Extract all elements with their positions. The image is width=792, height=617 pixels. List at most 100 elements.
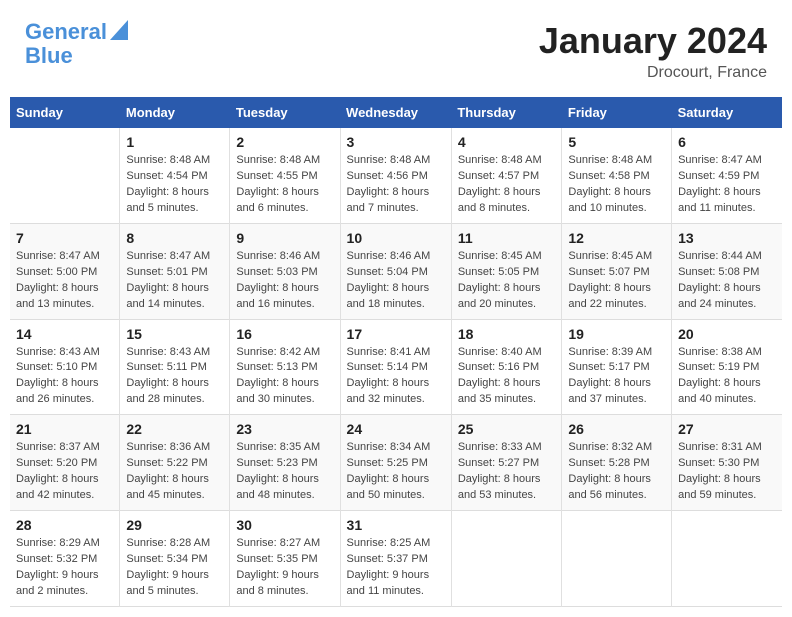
weekday-header-thursday: Thursday: [451, 97, 562, 128]
calendar-cell: 13 Sunrise: 8:44 AM Sunset: 5:08 PM Dayli…: [672, 223, 782, 319]
day-info: Sunrise: 8:32 AM Sunset: 5:28 PM Dayligh…: [568, 440, 665, 504]
day-number: 10: [347, 230, 445, 246]
week-row-2: 7 Sunrise: 8:47 AM Sunset: 5:00 PM Daylig…: [10, 223, 782, 319]
day-info: Sunrise: 8:46 AM Sunset: 5:03 PM Dayligh…: [236, 249, 333, 313]
calendar-cell: 30 Sunrise: 8:27 AM Sunset: 5:35 PM Dayli…: [230, 511, 340, 607]
calendar-cell: 3Sunrise: 8:48 AM Sunset: 4:56 PM Daylig…: [340, 128, 451, 223]
day-info: Sunrise: 8:48 AM Sunset: 4:55 PM Dayligh…: [236, 153, 333, 217]
day-number: 15: [126, 326, 223, 342]
day-info: Sunrise: 8:48 AM Sunset: 4:57 PM Dayligh…: [458, 153, 556, 217]
weekday-header-saturday: Saturday: [672, 97, 782, 128]
weekday-header-row: SundayMondayTuesdayWednesdayThursdayFrid…: [10, 97, 782, 128]
weekday-header-monday: Monday: [120, 97, 230, 128]
day-info: Sunrise: 8:39 AM Sunset: 5:17 PM Dayligh…: [568, 345, 665, 409]
day-number: 3: [347, 134, 445, 150]
day-number: 6: [678, 134, 776, 150]
calendar-cell: 31 Sunrise: 8:25 AM Sunset: 5:37 PM Dayli…: [340, 511, 451, 607]
calendar-cell: 23 Sunrise: 8:35 AM Sunset: 5:23 PM Dayli…: [230, 415, 340, 511]
day-number: 20: [678, 326, 776, 342]
calendar-cell: 24 Sunrise: 8:34 AM Sunset: 5:25 PM Dayli…: [340, 415, 451, 511]
day-info: Sunrise: 8:38 AM Sunset: 5:19 PM Dayligh…: [678, 345, 776, 409]
day-number: 18: [458, 326, 556, 342]
day-number: 12: [568, 230, 665, 246]
day-number: 1: [126, 134, 223, 150]
day-info: Sunrise: 8:34 AM Sunset: 5:25 PM Dayligh…: [347, 440, 445, 504]
calendar-cell: 27 Sunrise: 8:31 AM Sunset: 5:30 PM Dayli…: [672, 415, 782, 511]
day-number: 7: [16, 230, 113, 246]
day-info: Sunrise: 8:35 AM Sunset: 5:23 PM Dayligh…: [236, 440, 333, 504]
week-row-4: 21 Sunrise: 8:37 AM Sunset: 5:20 PM Dayli…: [10, 415, 782, 511]
weekday-header-friday: Friday: [562, 97, 672, 128]
calendar-cell: 22Sunrise: 8:36 AM Sunset: 5:22 PM Dayli…: [120, 415, 230, 511]
logo-arrow-icon: [110, 20, 128, 40]
day-number: 26: [568, 421, 665, 437]
day-info: Sunrise: 8:48 AM Sunset: 4:58 PM Dayligh…: [568, 153, 665, 217]
calendar-cell: 12 Sunrise: 8:45 AM Sunset: 5:07 PM Dayli…: [562, 223, 672, 319]
calendar-cell: 18 Sunrise: 8:40 AM Sunset: 5:16 PM Dayli…: [451, 319, 562, 415]
calendar-cell: [10, 128, 120, 223]
calendar-cell: 29 Sunrise: 8:28 AM Sunset: 5:34 PM Dayli…: [120, 511, 230, 607]
day-info: Sunrise: 8:41 AM Sunset: 5:14 PM Dayligh…: [347, 345, 445, 409]
day-info: Sunrise: 8:40 AM Sunset: 5:16 PM Dayligh…: [458, 345, 556, 409]
day-info: Sunrise: 8:47 AM Sunset: 5:00 PM Dayligh…: [16, 249, 113, 313]
calendar-cell: 2Sunrise: 8:48 AM Sunset: 4:55 PM Daylig…: [230, 128, 340, 223]
day-info: Sunrise: 8:31 AM Sunset: 5:30 PM Dayligh…: [678, 440, 776, 504]
location: Drocourt, France: [539, 64, 767, 82]
calendar-cell: 16 Sunrise: 8:42 AM Sunset: 5:13 PM Dayli…: [230, 319, 340, 415]
title-section: January 2024 Drocourt, France: [539, 20, 767, 82]
calendar-cell: 9 Sunrise: 8:46 AM Sunset: 5:03 PM Daylig…: [230, 223, 340, 319]
day-number: 19: [568, 326, 665, 342]
day-number: 27: [678, 421, 776, 437]
day-number: 23: [236, 421, 333, 437]
day-info: Sunrise: 8:33 AM Sunset: 5:27 PM Dayligh…: [458, 440, 556, 504]
logo-text-line1: General: [25, 20, 107, 44]
day-info: Sunrise: 8:47 AM Sunset: 5:01 PM Dayligh…: [126, 249, 223, 313]
day-number: 8: [126, 230, 223, 246]
weekday-header-sunday: Sunday: [10, 97, 120, 128]
day-number: 24: [347, 421, 445, 437]
calendar-cell: 25 Sunrise: 8:33 AM Sunset: 5:27 PM Dayli…: [451, 415, 562, 511]
day-info: Sunrise: 8:27 AM Sunset: 5:35 PM Dayligh…: [236, 536, 333, 600]
day-number: 28: [16, 517, 113, 533]
week-row-3: 14Sunrise: 8:43 AM Sunset: 5:10 PM Dayli…: [10, 319, 782, 415]
day-number: 11: [458, 230, 556, 246]
day-info: Sunrise: 8:48 AM Sunset: 4:54 PM Dayligh…: [126, 153, 223, 217]
day-number: 21: [16, 421, 113, 437]
day-number: 14: [16, 326, 113, 342]
day-info: Sunrise: 8:25 AM Sunset: 5:37 PM Dayligh…: [347, 536, 445, 600]
day-number: 5: [568, 134, 665, 150]
day-info: Sunrise: 8:37 AM Sunset: 5:20 PM Dayligh…: [16, 440, 113, 504]
day-info: Sunrise: 8:36 AM Sunset: 5:22 PM Dayligh…: [126, 440, 223, 504]
day-number: 13: [678, 230, 776, 246]
day-number: 30: [236, 517, 333, 533]
calendar-cell: 15 Sunrise: 8:43 AM Sunset: 5:11 PM Dayli…: [120, 319, 230, 415]
logo: General Blue: [25, 20, 128, 68]
calendar-cell: 11Sunrise: 8:45 AM Sunset: 5:05 PM Dayli…: [451, 223, 562, 319]
calendar-cell: 17Sunrise: 8:41 AM Sunset: 5:14 PM Dayli…: [340, 319, 451, 415]
calendar-cell: 20 Sunrise: 8:38 AM Sunset: 5:19 PM Dayli…: [672, 319, 782, 415]
calendar-cell: 1 Sunrise: 8:48 AM Sunset: 4:54 PM Daylig…: [120, 128, 230, 223]
day-number: 9: [236, 230, 333, 246]
calendar-cell: [451, 511, 562, 607]
day-number: 4: [458, 134, 556, 150]
calendar-cell: 21 Sunrise: 8:37 AM Sunset: 5:20 PM Dayli…: [10, 415, 120, 511]
day-number: 29: [126, 517, 223, 533]
weekday-header-tuesday: Tuesday: [230, 97, 340, 128]
day-info: Sunrise: 8:29 AM Sunset: 5:32 PM Dayligh…: [16, 536, 113, 600]
day-info: Sunrise: 8:47 AM Sunset: 4:59 PM Dayligh…: [678, 153, 776, 217]
calendar-cell: 28 Sunrise: 8:29 AM Sunset: 5:32 PM Dayli…: [10, 511, 120, 607]
day-number: 31: [347, 517, 445, 533]
calendar-cell: 19 Sunrise: 8:39 AM Sunset: 5:17 PM Dayli…: [562, 319, 672, 415]
calendar-cell: 5 Sunrise: 8:48 AM Sunset: 4:58 PM Daylig…: [562, 128, 672, 223]
day-number: 16: [236, 326, 333, 342]
day-info: Sunrise: 8:42 AM Sunset: 5:13 PM Dayligh…: [236, 345, 333, 409]
calendar-cell: 4 Sunrise: 8:48 AM Sunset: 4:57 PM Daylig…: [451, 128, 562, 223]
day-info: Sunrise: 8:28 AM Sunset: 5:34 PM Dayligh…: [126, 536, 223, 600]
week-row-1: 1 Sunrise: 8:48 AM Sunset: 4:54 PM Daylig…: [10, 128, 782, 223]
calendar-cell: 10 Sunrise: 8:46 AM Sunset: 5:04 PM Dayli…: [340, 223, 451, 319]
day-info: Sunrise: 8:43 AM Sunset: 5:11 PM Dayligh…: [126, 345, 223, 409]
day-info: Sunrise: 8:46 AM Sunset: 5:04 PM Dayligh…: [347, 249, 445, 313]
day-info: Sunrise: 8:45 AM Sunset: 5:07 PM Dayligh…: [568, 249, 665, 313]
day-info: Sunrise: 8:44 AM Sunset: 5:08 PM Dayligh…: [678, 249, 776, 313]
day-number: 25: [458, 421, 556, 437]
